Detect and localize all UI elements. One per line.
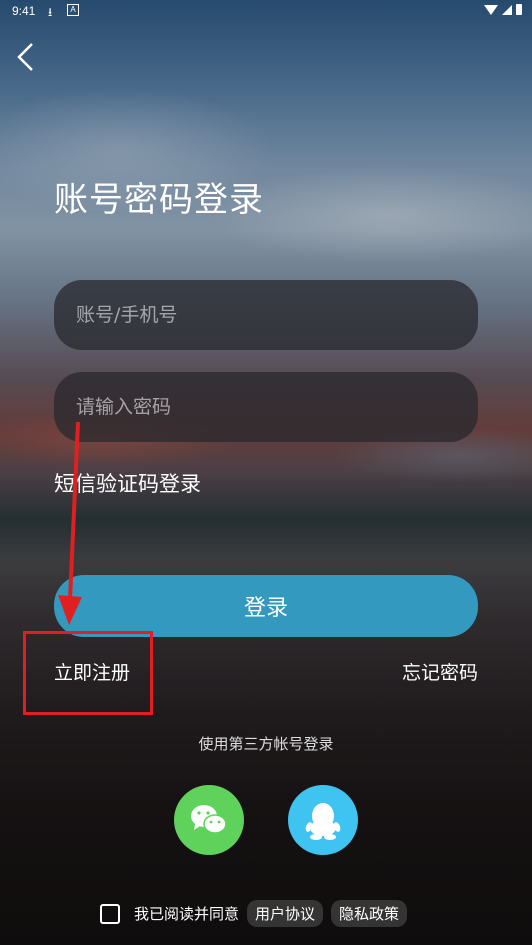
status-indicators — [484, 4, 522, 15]
signal-icon — [502, 4, 512, 15]
back-button[interactable] — [14, 42, 38, 72]
download-icon: ⭳ — [48, 5, 53, 19]
agreement-text: 我已阅读并同意 — [134, 905, 240, 923]
account-field[interactable] — [54, 280, 478, 350]
password-input[interactable] — [74, 395, 458, 419]
annotation-arrow — [58, 421, 82, 625]
login-button-label: 登录 — [243, 596, 288, 621]
battery-icon — [516, 4, 522, 15]
annotation-highlight-box — [23, 631, 153, 715]
password-field[interactable] — [54, 372, 478, 442]
agreement-row: 我已阅读并同意 用户协议 隐私政策 — [100, 900, 408, 927]
notification-icon: A — [67, 4, 79, 16]
page-title: 账号密码登录 — [54, 180, 264, 220]
third-party-login-label: 使用第三方帐号登录 — [198, 735, 334, 753]
wechat-login-button[interactable] — [174, 785, 244, 855]
login-button[interactable]: 登录 — [54, 575, 478, 637]
chevron-left-icon — [17, 43, 33, 71]
qq-login-button[interactable] — [288, 785, 358, 855]
privacy-policy-link[interactable]: 隐私政策 — [331, 900, 408, 927]
forgot-password-link[interactable]: 忘记密码 — [402, 658, 478, 685]
user-agreement-link[interactable]: 用户协议 — [247, 900, 324, 927]
wechat-icon — [191, 805, 227, 834]
agreement-checkbox[interactable] — [100, 903, 120, 924]
qq-icon — [305, 803, 341, 840]
account-input[interactable] — [74, 303, 458, 327]
status-time: 9:41 — [12, 4, 36, 18]
wifi-icon — [484, 4, 498, 15]
status-bar: 9:41 ⭳ A — [0, 0, 532, 22]
